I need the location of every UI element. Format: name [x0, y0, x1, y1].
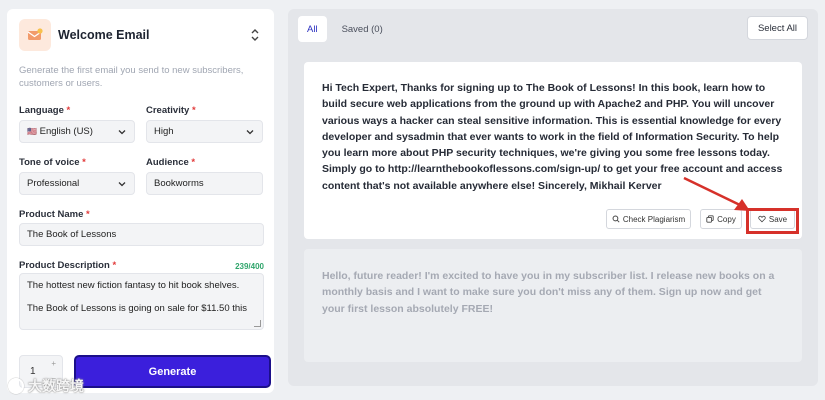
- template-description: Generate the first email you send to new…: [19, 65, 244, 89]
- creativity-select[interactable]: High: [146, 120, 263, 143]
- email-template-icon: [19, 19, 51, 51]
- results-panel: All Saved (0) Select All Hi Tech Expert,…: [288, 9, 818, 386]
- generate-button[interactable]: Generate: [74, 355, 271, 388]
- chevron-down-icon: [118, 129, 126, 134]
- tab-all[interactable]: All: [298, 16, 327, 42]
- results-tabs: All Saved (0): [298, 16, 392, 42]
- search-icon: [612, 215, 620, 223]
- product-description-label: Product Description *: [19, 260, 117, 271]
- product-description-textarea[interactable]: The hottest new fiction fantasy to hit b…: [19, 273, 264, 330]
- audience-input[interactable]: Bookworms: [146, 172, 263, 195]
- language-select[interactable]: 🇺🇸 English (US): [19, 120, 135, 143]
- copy-icon: [706, 215, 714, 223]
- select-all-button[interactable]: Select All: [747, 16, 808, 40]
- us-flag-icon: 🇺🇸: [27, 127, 37, 136]
- tab-saved[interactable]: Saved (0): [333, 16, 392, 42]
- template-header[interactable]: Welcome Email: [19, 19, 264, 59]
- watermark-logo-icon: [8, 378, 24, 394]
- resize-handle[interactable]: [254, 320, 261, 327]
- result-text-secondary: Hello, future reader! I'm excited to hav…: [322, 270, 775, 315]
- tone-label: Tone of voice *: [19, 157, 86, 168]
- chevron-down-icon: [246, 129, 254, 134]
- result-card-secondary[interactable]: Hello, future reader! I'm excited to hav…: [304, 249, 802, 362]
- product-name-input[interactable]: The Book of Lessons: [19, 223, 264, 246]
- creativity-label: Creativity *: [146, 105, 196, 116]
- chevron-down-icon: [118, 181, 126, 186]
- product-name-label: Product Name *: [19, 209, 90, 220]
- chevron-updown-icon[interactable]: [248, 27, 262, 45]
- watermark: 大数跨境: [8, 376, 84, 396]
- increment-icon[interactable]: +: [51, 359, 56, 368]
- template-title: Welcome Email: [58, 28, 150, 42]
- language-label: Language *: [19, 105, 71, 116]
- audience-label: Audience *: [146, 157, 196, 168]
- char-counter: 239/400: [235, 262, 264, 271]
- template-form-panel: Welcome Email Generate the first email y…: [7, 9, 274, 393]
- tone-select[interactable]: Professional: [19, 172, 135, 195]
- annotation-arrow-icon: [683, 176, 750, 211]
- check-plagiarism-button[interactable]: Check Plagiarism: [606, 209, 691, 229]
